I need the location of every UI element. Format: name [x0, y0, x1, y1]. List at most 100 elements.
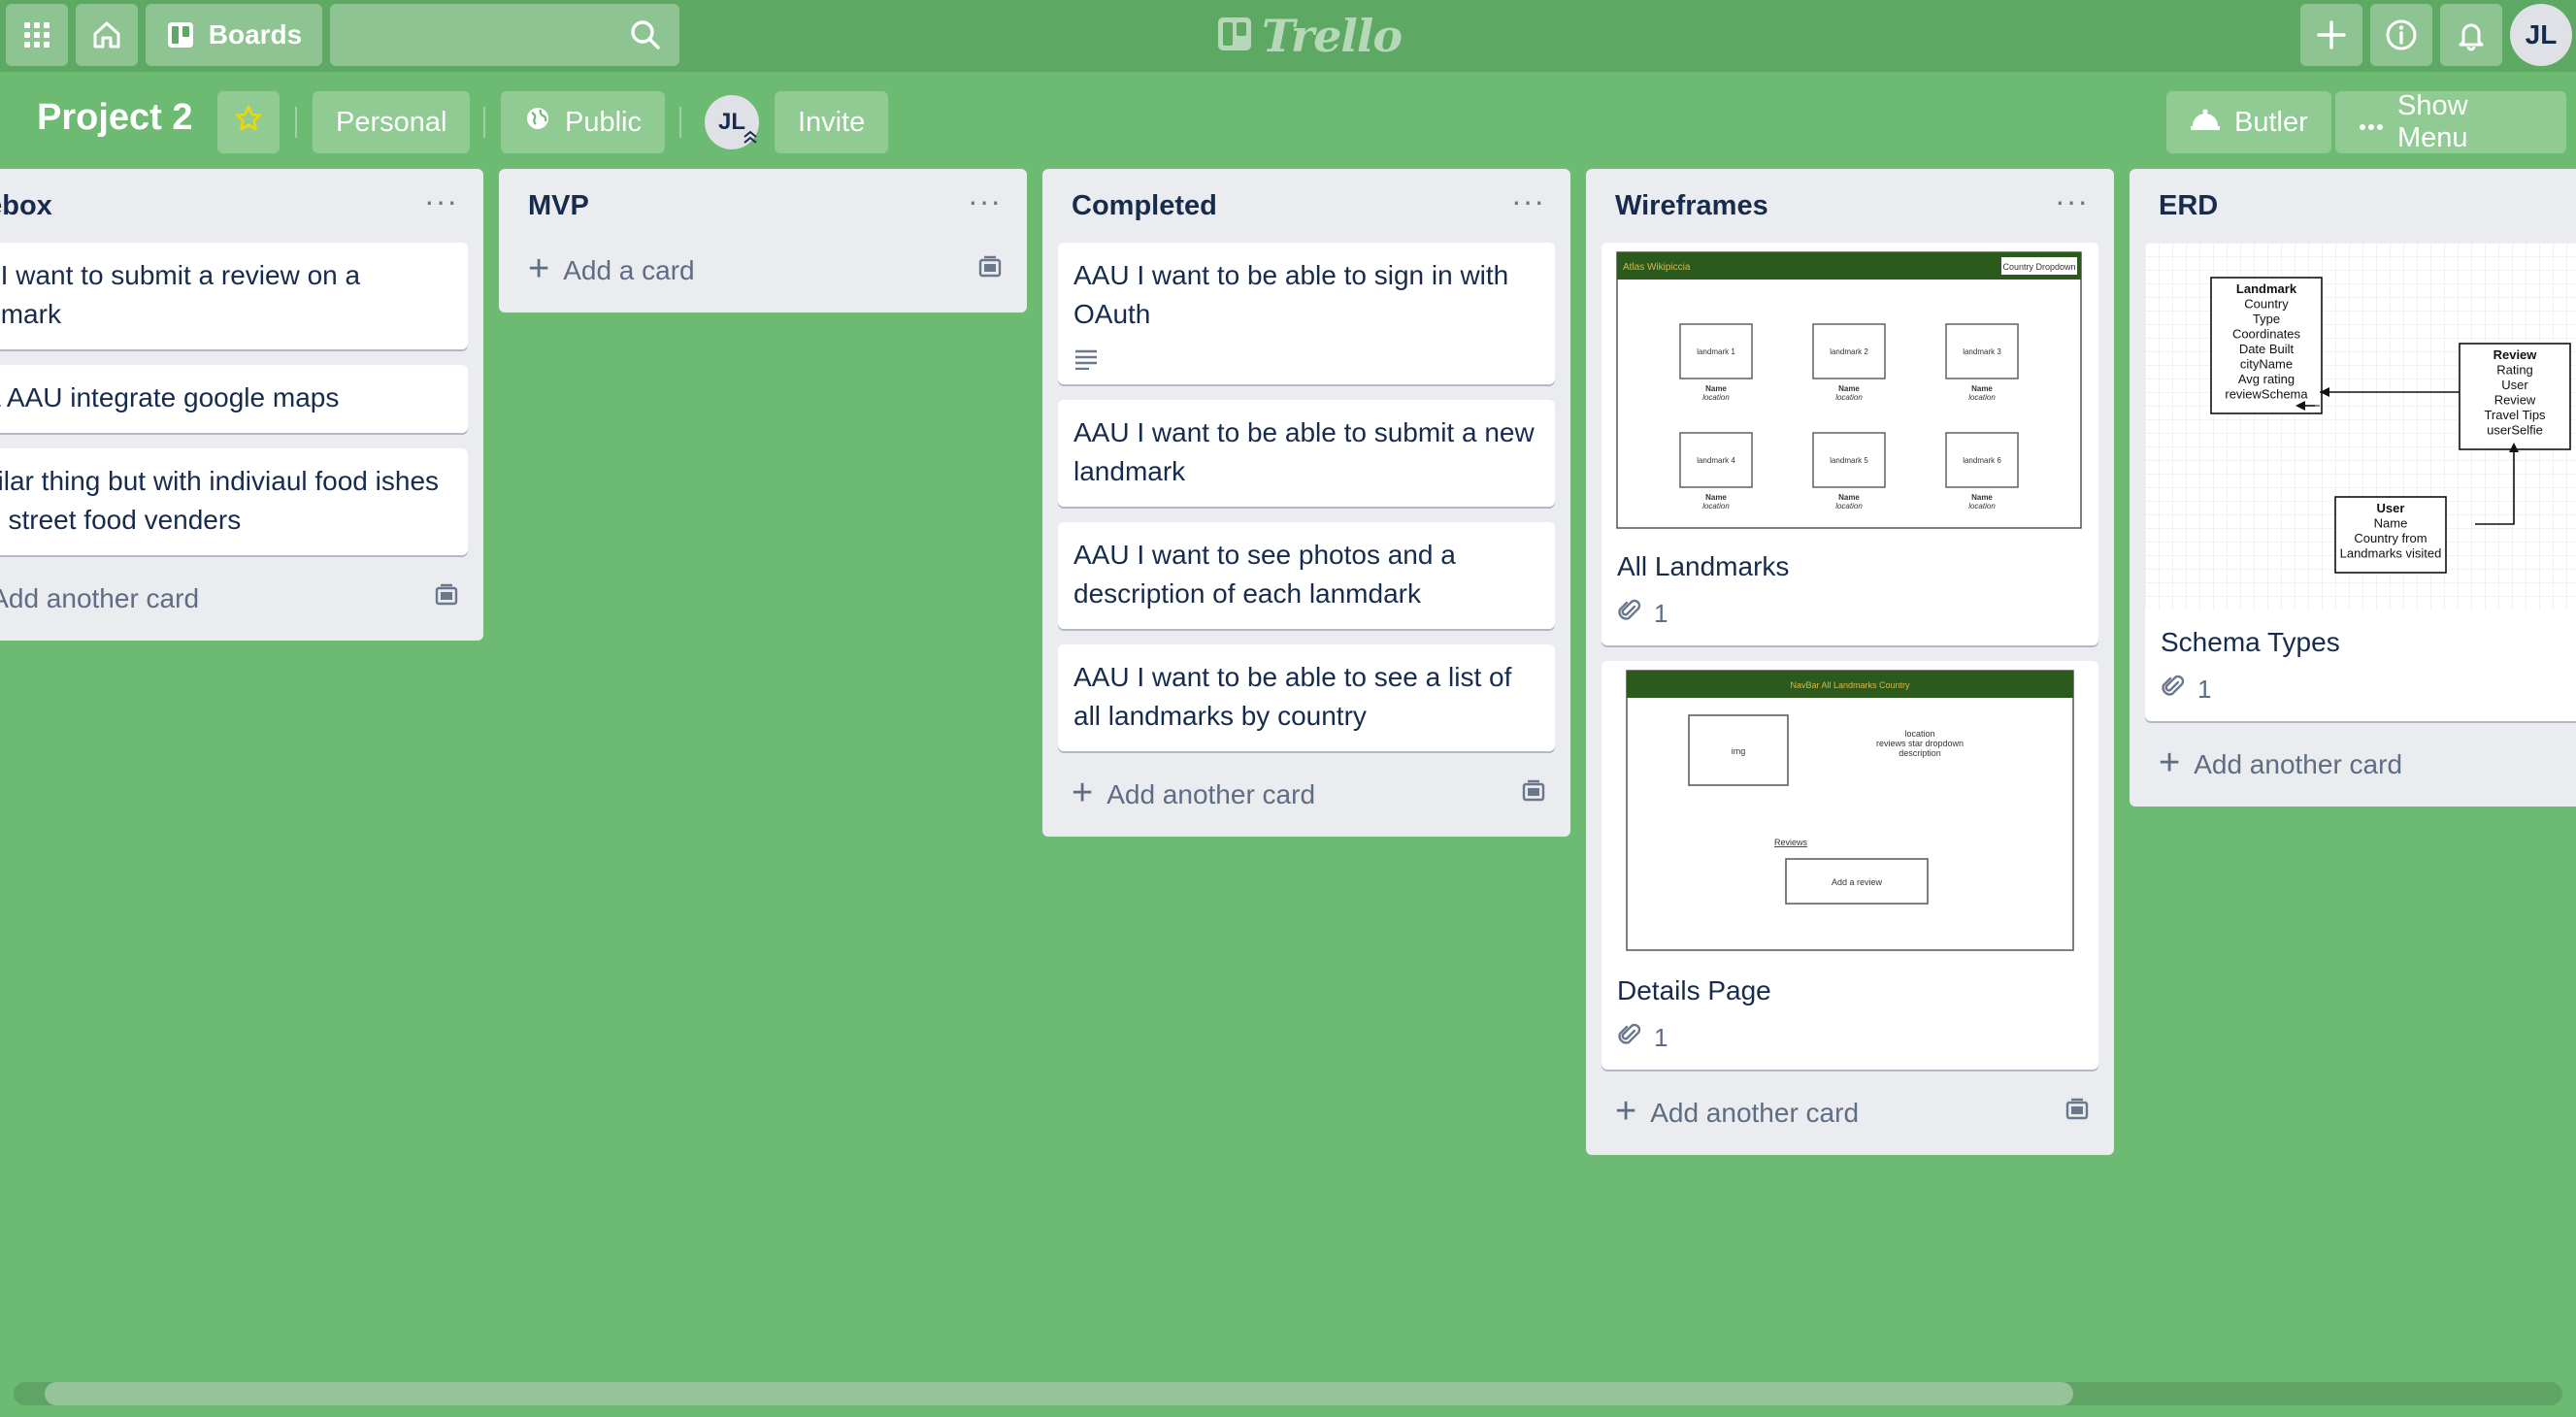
boards-button[interactable]: Boards — [146, 4, 322, 66]
card[interactable]: AU I want to submit a review on a andmar… — [0, 243, 468, 349]
card[interactable]: AAU I want to be able to submit a new la… — [1058, 400, 1555, 507]
apps-switcher-button[interactable] — [6, 4, 68, 66]
card-title: Details Page — [1617, 975, 1771, 1005]
attachment-count: 1 — [1654, 599, 1668, 628]
card[interactable]: Landmark Country Type Coordinates Date Built… — [2145, 243, 2576, 721]
add-card-button[interactable]: +Add another card — [1058, 767, 1555, 823]
add-card-label: Add another card — [1106, 779, 1316, 809]
erd-landmark-entity-field: cityName — [2240, 357, 2293, 372]
trello-logo-text: Trello — [1262, 10, 1403, 62]
erd-landmark-entity-field: Coordinates — [2232, 327, 2301, 342]
notifications-button[interactable] — [2440, 4, 2502, 66]
add-card-button[interactable]: +Add another card — [0, 571, 468, 627]
card[interactable]: NavBar All Landmarks Country img locatio… — [1602, 661, 2098, 1070]
header-divider — [295, 107, 297, 138]
details-nav: NavBar All Landmarks Country — [1790, 680, 1910, 690]
card[interactable]: similar thing but with indiviaul food is… — [0, 448, 468, 555]
wireframe-tile-label: landmark 1 — [1697, 347, 1735, 356]
board-header: Project 2 Personal Public JL Invite Butl… — [0, 72, 2576, 169]
card-title: AAU I want to be able to sign in with OA… — [1073, 260, 1509, 329]
globe-icon — [524, 105, 551, 140]
board-visibility-button[interactable]: Public — [501, 91, 665, 153]
erd-user-entity-title: User — [2377, 501, 2405, 515]
top-header: Boards Trello JL — [0, 0, 2576, 72]
invite-label: Invite — [798, 106, 866, 138]
card-title: xtra AAU integrate google maps — [0, 382, 340, 412]
erd-user-entity-field: Landmarks visited — [2340, 546, 2442, 561]
list-title[interactable]: cebox — [0, 190, 52, 222]
attachment-badge: 1 — [1617, 1022, 2083, 1054]
user-avatar[interactable]: JL — [2510, 4, 2572, 66]
list-header[interactable]: ERD — [2145, 169, 2576, 243]
board-title[interactable]: Project 2 — [37, 97, 193, 139]
card-template-icon[interactable] — [1520, 778, 1547, 812]
card-title: All Landmarks — [1617, 551, 1790, 581]
list-menu-icon[interactable]: ··· — [2049, 185, 2095, 226]
erd-review-entity-field: userSelfie — [2487, 423, 2543, 438]
list-menu-icon[interactable]: ··· — [418, 185, 464, 226]
add-card-label: Add a card — [563, 255, 695, 285]
add-card-button[interactable]: +Add another card — [2145, 737, 2576, 793]
wireframe-tile-location: location — [1702, 502, 1730, 511]
star-board-button[interactable] — [217, 91, 280, 153]
add-card-left: +Add another card — [1615, 1093, 1859, 1130]
card-template-icon[interactable] — [976, 254, 1004, 288]
card[interactable]: Atlas Wikipiccia Country Dropdown landma… — [1602, 243, 2098, 645]
plus-icon — [2316, 19, 2347, 50]
list-header[interactable]: cebox ··· — [0, 169, 468, 243]
search-field[interactable] — [330, 4, 679, 66]
team-visibility-button[interactable]: Personal — [313, 91, 471, 153]
list-header[interactable]: Completed ··· — [1058, 169, 1555, 243]
search-input[interactable] — [330, 4, 679, 66]
wireframe-tile-location: location — [1702, 393, 1730, 402]
list-title[interactable]: Completed — [1072, 190, 1217, 222]
create-button[interactable] — [2300, 4, 2362, 66]
home-icon — [90, 18, 123, 51]
list-header[interactable]: MVP ··· — [514, 169, 1011, 243]
card-title: AU I want to submit a review on a andmar… — [0, 260, 361, 329]
boards-label: Boards — [208, 19, 303, 49]
attachment-count: 1 — [2197, 675, 2212, 704]
show-menu-button[interactable]: Show Menu — [2335, 90, 2566, 153]
erd-landmark-entity-title: Landmark — [2236, 281, 2297, 296]
list-menu-icon[interactable]: ··· — [1505, 185, 1551, 226]
card[interactable]: AAU I want to be able to see a list of a… — [1058, 644, 1555, 751]
card-title: Schema Types — [2161, 627, 2340, 657]
add-card-left: +Add another card — [0, 582, 199, 615]
add-card-button[interactable]: +Add another card — [1602, 1085, 2098, 1141]
add-card-left: + Add a card — [528, 250, 695, 287]
home-button[interactable] — [76, 4, 138, 66]
invite-button[interactable]: Invite — [775, 91, 889, 153]
board-icon — [166, 20, 195, 49]
add-card-button[interactable]: + Add a card — [514, 243, 1011, 299]
information-button[interactable] — [2370, 4, 2432, 66]
details-img-label: img — [1732, 746, 1746, 756]
wireframe-tile-name: Name — [1705, 384, 1727, 393]
erd-review-entity-field: User — [2501, 378, 2528, 392]
user-avatar-initials: JL — [2525, 19, 2558, 49]
horizontal-scrollbar-thumb[interactable] — [45, 1382, 2073, 1405]
list-header[interactable]: Wireframes ··· — [1602, 169, 2098, 243]
wireframe-tile-label: landmark 3 — [1963, 347, 2001, 356]
board-member-avatar[interactable]: JL — [705, 95, 759, 149]
card[interactable]: xtra AAU integrate google maps — [0, 365, 468, 433]
butler-button[interactable]: Butler — [2166, 91, 2331, 153]
trello-logo[interactable]: Trello — [1217, 10, 1403, 62]
attachment-badge: 1 — [2161, 674, 2576, 706]
card-template-icon[interactable] — [433, 582, 460, 616]
erd-review-entity-title: Review — [2493, 347, 2538, 362]
card-template-icon[interactable] — [2064, 1097, 2091, 1131]
wireframe-tile-label: landmark 5 — [1830, 456, 1868, 465]
erd-landmark-entity-field: Country — [2244, 297, 2289, 312]
card[interactable]: AAU I want to see photos and a descripti… — [1058, 522, 1555, 629]
list-title[interactable]: ERD — [2159, 190, 2218, 222]
info-icon — [2384, 17, 2419, 52]
card-title: AAU I want to be able to see a list of a… — [1073, 662, 1512, 731]
wireframe-tile-label: landmark 4 — [1697, 456, 1735, 465]
list-title[interactable]: Wireframes — [1615, 190, 1768, 222]
card[interactable]: AAU I want to be able to sign in with OA… — [1058, 243, 1555, 384]
list-title[interactable]: MVP — [528, 190, 589, 222]
search-icon[interactable] — [629, 18, 662, 56]
list-menu-icon[interactable]: ··· — [962, 185, 1007, 226]
card-title: AAU I want to see photos and a descripti… — [1073, 540, 1456, 609]
